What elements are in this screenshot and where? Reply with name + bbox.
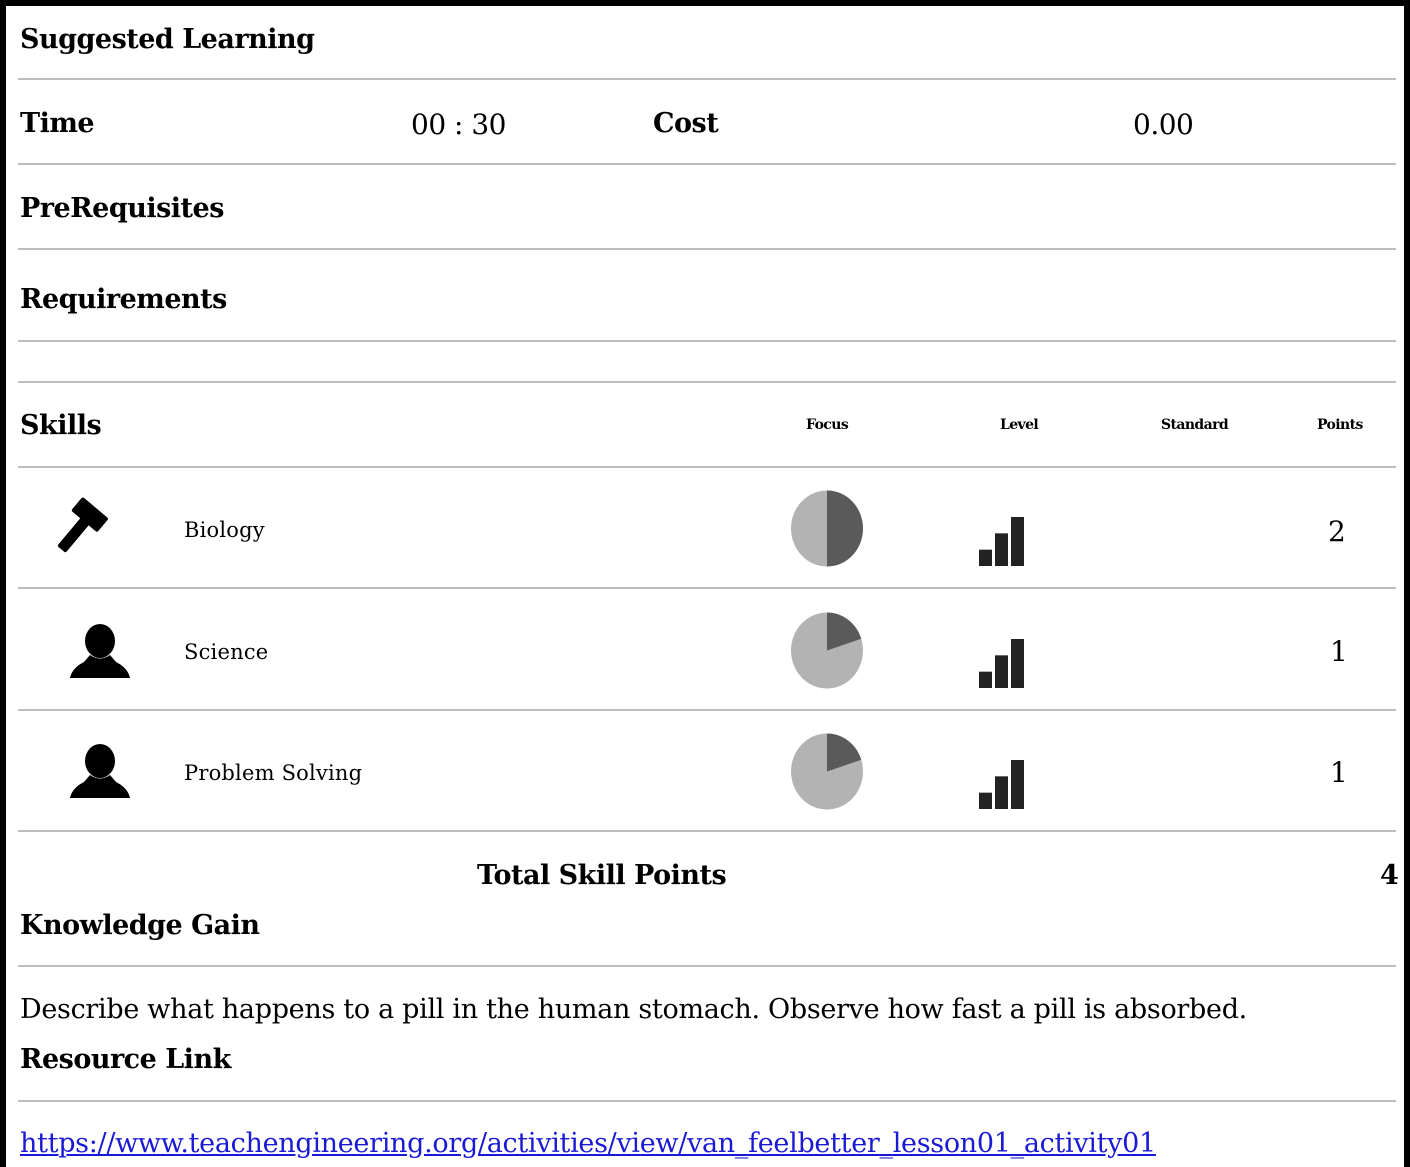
level-bars-icon xyxy=(979,639,1024,688)
level-bars-icon xyxy=(979,760,1024,809)
level-bar xyxy=(1011,639,1024,688)
standard-column-header: Standard xyxy=(1161,417,1229,433)
focus-pie-slice xyxy=(827,490,863,567)
section-title: Suggested Learning xyxy=(20,24,315,55)
level-bar xyxy=(1011,760,1024,809)
time-label: Time xyxy=(20,108,95,139)
focus-column-header: Focus xyxy=(806,417,849,433)
divider xyxy=(18,965,1396,967)
knowledge-gain-label: Knowledge Gain xyxy=(20,910,260,941)
divider xyxy=(18,1100,1396,1102)
person-icon xyxy=(70,624,130,678)
divider xyxy=(18,381,1396,383)
prerequisites-label: PreRequisites xyxy=(20,193,224,224)
divider xyxy=(18,78,1396,80)
level-bars-icon xyxy=(979,517,1024,566)
level-bar xyxy=(979,671,992,688)
requirements-label: Requirements xyxy=(20,284,227,315)
focus-pie-chart xyxy=(791,612,863,689)
skill-points: 1 xyxy=(1330,756,1348,789)
points-column-header: Points xyxy=(1317,417,1363,433)
skills-label: Skills xyxy=(20,410,102,441)
divider xyxy=(18,248,1396,250)
level-bar xyxy=(995,533,1008,566)
resource-link[interactable]: https://www.teachengineering.org/activit… xyxy=(20,1128,1156,1159)
time-value: 00 : 30 xyxy=(411,108,507,141)
knowledge-gain-text: Describe what happens to a pill in the h… xyxy=(20,994,1247,1025)
divider xyxy=(18,709,1396,711)
skill-name: Biology xyxy=(184,518,265,542)
level-bar xyxy=(995,655,1008,688)
level-bar xyxy=(979,549,992,566)
divider xyxy=(18,587,1396,589)
page-frame xyxy=(0,0,1410,1167)
hammer-icon xyxy=(57,497,108,553)
divider xyxy=(18,466,1396,468)
cost-label: Cost xyxy=(653,108,719,139)
cost-value: 0.00 xyxy=(1133,108,1194,141)
level-bar xyxy=(979,792,992,809)
divider xyxy=(18,830,1396,832)
skill-points: 2 xyxy=(1328,515,1346,548)
focus-pie-chart xyxy=(791,733,863,810)
divider xyxy=(18,340,1396,342)
total-skill-points-value: 4 xyxy=(1380,860,1399,891)
skill-name: Problem Solving xyxy=(184,761,363,785)
person-icon xyxy=(70,744,130,798)
skill-name: Science xyxy=(184,640,269,664)
level-bar xyxy=(995,776,1008,809)
level-bar xyxy=(1011,517,1024,566)
divider xyxy=(18,163,1396,165)
focus-pie-chart xyxy=(791,490,863,567)
total-skill-points-label: Total Skill Points xyxy=(477,860,727,891)
level-column-header: Level xyxy=(1000,417,1039,433)
skill-points: 1 xyxy=(1330,635,1348,668)
resource-link-label: Resource Link xyxy=(20,1044,231,1075)
